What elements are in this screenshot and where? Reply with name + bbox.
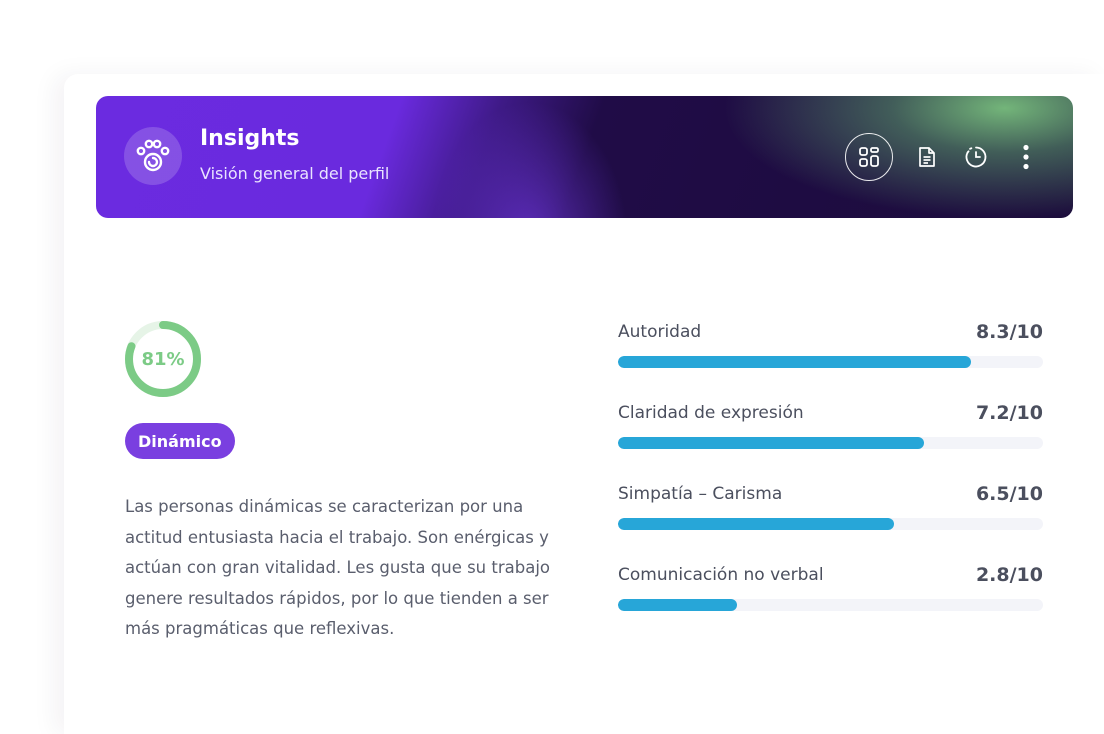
header-glow <box>426 96 686 218</box>
profile-description: Las personas dinámicas se caracterizan p… <box>125 497 551 638</box>
paw-icon <box>124 127 182 185</box>
metric-value: 2.8/10 <box>975 564 1043 586</box>
metric-label: Simpatía – Carisma <box>618 484 783 504</box>
metric-fill <box>618 518 895 530</box>
metric-value: 8.3/10 <box>975 321 1043 343</box>
document-button[interactable] <box>903 133 951 181</box>
metric-value: 7.2/10 <box>975 402 1043 424</box>
metric-track <box>618 518 1043 530</box>
metric-label: Autoridad <box>618 322 702 342</box>
metric-fill <box>618 356 971 368</box>
metric-fill <box>618 437 924 449</box>
profile-type-badge: Dinámico <box>125 423 235 459</box>
grid-view-button[interactable] <box>845 133 893 181</box>
insights-header: Insights Visión general del perfil <box>96 96 1073 218</box>
score-percentage: 81% <box>141 348 185 370</box>
metric-label: Claridad de expresión <box>618 403 804 423</box>
header-subtitle: Visión general del perfil <box>200 164 390 183</box>
metric-value: 6.5/10 <box>975 483 1043 505</box>
history-button[interactable] <box>952 133 1000 181</box>
history-icon <box>965 146 987 168</box>
more-vertical-icon <box>1023 144 1029 170</box>
metric-track <box>618 356 1043 368</box>
header-title: Insights <box>200 126 300 151</box>
grid-view-icon <box>859 147 879 167</box>
document-icon <box>919 147 935 167</box>
metric-track <box>618 437 1043 449</box>
metric-label: Comunicación no verbal <box>618 565 824 585</box>
metric-fill <box>618 599 737 611</box>
metric-track <box>618 599 1043 611</box>
more-options-button[interactable] <box>1002 133 1050 181</box>
